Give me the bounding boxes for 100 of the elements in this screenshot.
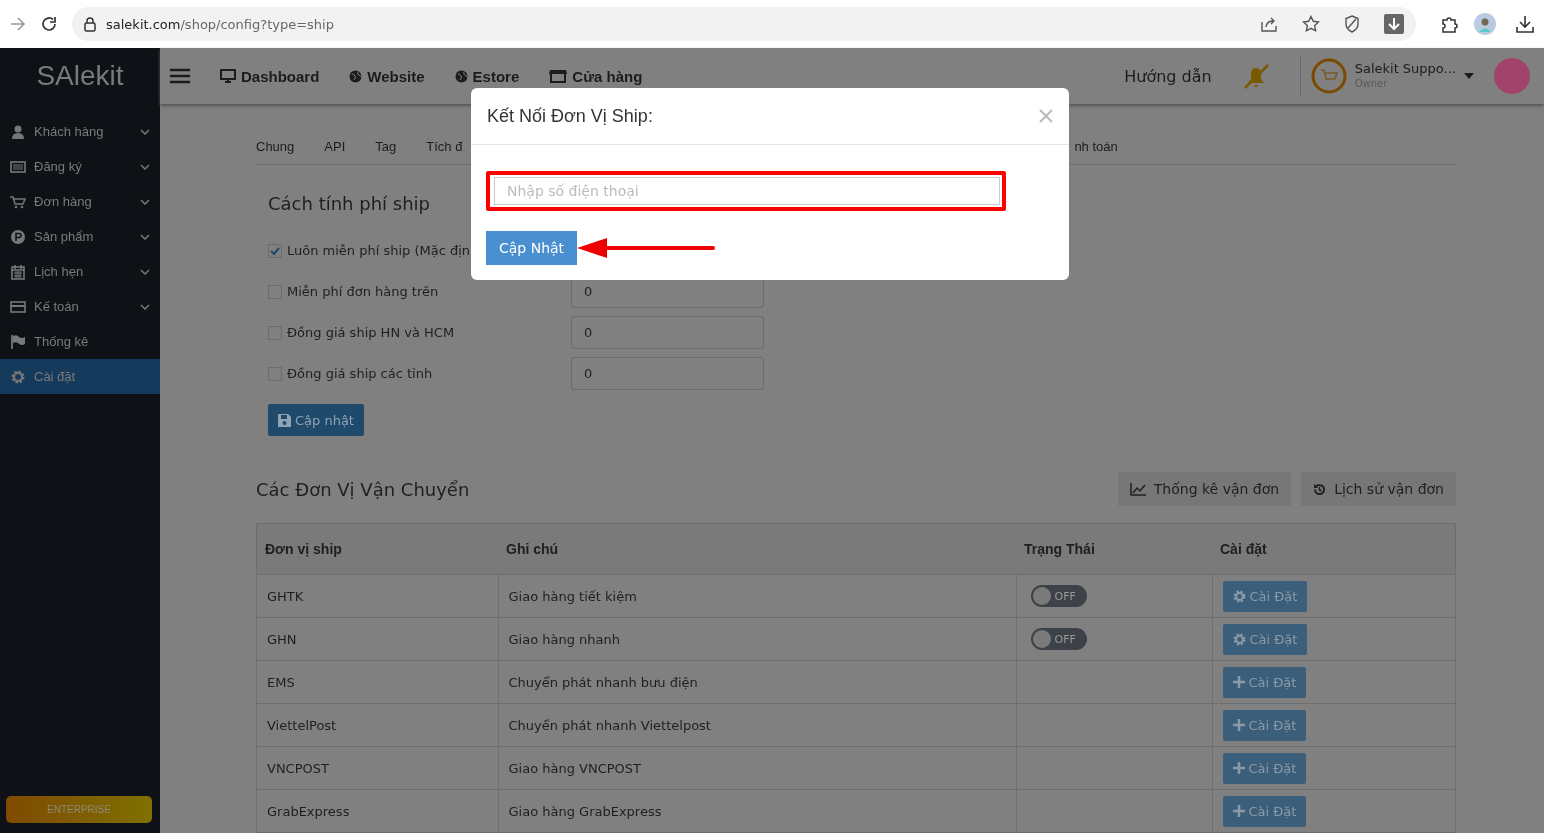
- section-title: Cách tính phí ship: [268, 193, 431, 214]
- table-cell: Chuyển phát nhanh bưu điện: [498, 660, 1016, 704]
- tab[interactable]: nh toán: [1074, 139, 1148, 164]
- star-icon[interactable]: [1302, 15, 1320, 33]
- nav-link[interactable]: Cửa hàng: [549, 67, 643, 85]
- settings-button[interactable]: Cài Đặt: [1222, 580, 1308, 612]
- user-name[interactable]: Salekit Suppo...: [1354, 61, 1456, 76]
- table-cell: Chuyển phát nhanh Viettelpost: [498, 703, 1016, 747]
- option-label: Đồng giá ship HN và HCM: [287, 325, 455, 340]
- toggle-switch[interactable]: OFF: [1030, 585, 1087, 607]
- nav-link[interactable]: Website: [349, 67, 425, 85]
- table-cell: Giao hàng GrabExpress: [498, 789, 1016, 833]
- store-icon: [549, 69, 568, 83]
- menu-icon[interactable]: [170, 68, 190, 84]
- table-cell: Giao hàng VNCPOST: [498, 746, 1016, 790]
- plus-icon: [1232, 719, 1245, 731]
- section-title: Các Đơn Vị Vận Chuyển: [256, 478, 471, 500]
- card-icon: [10, 298, 26, 315]
- amount-field[interactable]: 0: [571, 316, 764, 349]
- table-cell: GrabExpress: [256, 789, 498, 833]
- option-label: Miễn phí đơn hàng trên: [287, 284, 439, 299]
- settings-button[interactable]: Cài Đặt: [1222, 709, 1307, 741]
- shield-icon[interactable]: [1344, 15, 1360, 33]
- sidebar-item[interactable]: Đơn hàng: [0, 184, 160, 219]
- sidebar-item[interactable]: Lịch hẹn: [0, 254, 160, 289]
- profile-icon[interactable]: [1474, 13, 1496, 35]
- checkbox[interactable]: [268, 243, 282, 258]
- update-button[interactable]: Cập nhật: [268, 404, 364, 436]
- puzzle-icon[interactable]: [1440, 14, 1460, 34]
- option-label: Đồng giá ship các tỉnh: [287, 366, 433, 381]
- globe-icon: [454, 69, 468, 83]
- toggle-switch[interactable]: OFF: [1030, 628, 1087, 650]
- table-cell: GHN: [256, 617, 498, 661]
- chevron-icon: [140, 268, 150, 275]
- plus-icon: [1232, 805, 1245, 817]
- tab[interactable]: Chung: [256, 139, 325, 164]
- amount-field[interactable]: 0: [571, 357, 764, 390]
- lock-icon: [84, 16, 96, 32]
- settings-button[interactable]: Cài Đặt: [1222, 795, 1307, 827]
- logo[interactable]: SAlekit: [36, 60, 124, 92]
- caret-icon[interactable]: [1464, 73, 1474, 79]
- gear-icon: [1232, 632, 1246, 646]
- history-icon: [1313, 482, 1327, 496]
- chevron-icon: [140, 128, 150, 135]
- download-icon[interactable]: [1384, 14, 1404, 34]
- guide-link[interactable]: Hướng dẫn: [1124, 66, 1212, 86]
- column-header: Đơn vị ship: [256, 523, 498, 575]
- sidebar-item[interactable]: Cài đặt: [0, 359, 160, 394]
- sidebar-item[interactable]: Sản phẩm: [0, 219, 160, 254]
- save-icon: [278, 413, 291, 427]
- stats-button[interactable]: Thống kê vận đơn: [1117, 472, 1292, 506]
- modal-title: Kết Nối Đơn Vị Ship:: [487, 105, 654, 127]
- update-button[interactable]: Cập Nhật: [486, 231, 578, 265]
- column-header: Trạng Thái: [1016, 523, 1212, 575]
- globe-icon: [349, 69, 363, 83]
- table-cell: Giao hàng nhanh: [498, 617, 1016, 661]
- address-bar[interactable]: salekit.com/shop/config?type=ship: [72, 7, 1416, 41]
- sidebar-item[interactable]: Khách hàng: [0, 114, 160, 149]
- chevron-icon: [140, 303, 150, 310]
- cart-icon: [10, 193, 26, 210]
- column-header: Cài đặt: [1212, 523, 1456, 575]
- settings-button[interactable]: Cài Đặt: [1222, 623, 1308, 655]
- table-cell: GHTK: [256, 574, 498, 618]
- p-circle-icon: [10, 228, 26, 245]
- forward-icon[interactable]: [10, 17, 26, 31]
- flag-icon: [10, 333, 26, 350]
- url-text: salekit.com/shop/config?type=ship: [106, 16, 334, 32]
- chevron-icon: [140, 198, 150, 205]
- share-icon[interactable]: [1260, 16, 1278, 32]
- phone-field[interactable]: Nhập số điện thoại: [494, 177, 1000, 205]
- chevron-icon: [140, 163, 150, 170]
- nav-link[interactable]: Dashboard: [220, 67, 320, 85]
- gear-icon: [1232, 589, 1246, 603]
- download-icon[interactable]: [1516, 15, 1534, 33]
- nav-link[interactable]: Estore: [454, 67, 520, 85]
- list-icon: [10, 158, 26, 175]
- settings-button[interactable]: Cài Đặt: [1222, 666, 1307, 698]
- sidebar-item[interactable]: Thống kê: [0, 324, 160, 359]
- table-cell: VNCPOST: [256, 746, 498, 790]
- cart-icon: [1310, 58, 1347, 94]
- user-icon: [10, 123, 26, 140]
- calendar-icon: [10, 263, 26, 280]
- table-cell: Giao hàng tiết kiệm: [498, 574, 1016, 618]
- sidebar-item[interactable]: Kế toán: [0, 289, 160, 324]
- plan-badge: ENTERPRISE: [6, 796, 152, 823]
- table-cell: EMS: [256, 660, 498, 704]
- option-label: Luôn miễn phí ship (Mặc địn: [287, 243, 471, 258]
- history-button[interactable]: Lịch sử vận đơn: [1301, 472, 1456, 506]
- tab[interactable]: API: [324, 139, 376, 164]
- settings-button[interactable]: Cài Đặt: [1222, 752, 1307, 784]
- column-header: Ghi chú: [498, 523, 1016, 575]
- line-chart-icon: [1129, 482, 1146, 496]
- gear-icon: [10, 368, 26, 385]
- tab[interactable]: Tag: [375, 139, 427, 164]
- sidebar-item[interactable]: Đăng ký: [0, 149, 160, 184]
- monitor-icon: [220, 69, 236, 83]
- chevron-icon: [140, 233, 150, 240]
- plus-icon: [1232, 676, 1245, 688]
- table-cell: ViettelPost: [256, 703, 498, 747]
- reload-icon[interactable]: [40, 15, 58, 33]
